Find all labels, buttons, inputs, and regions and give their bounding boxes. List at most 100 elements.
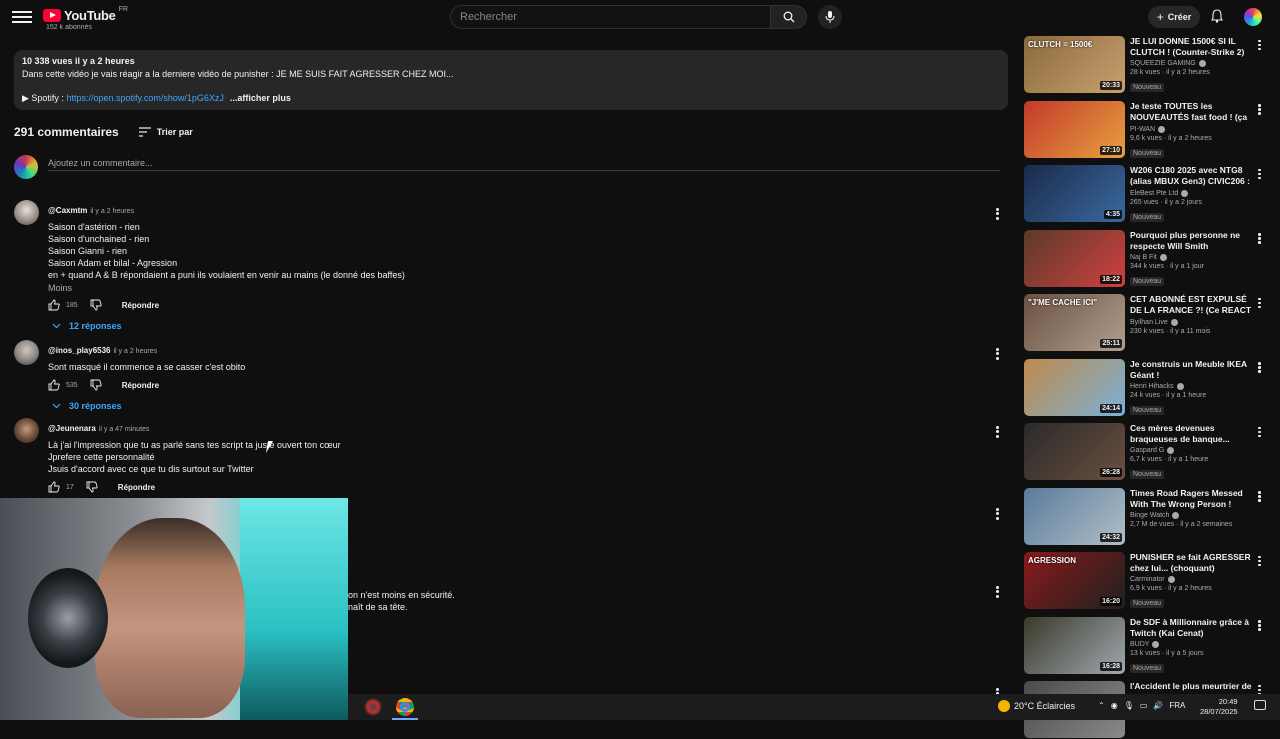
like-icon[interactable]	[48, 379, 60, 391]
recommended-video-item[interactable]: 27:10 Je teste TOUTES les NOUVEAUTÉS fast…	[1024, 100, 1270, 159]
recommended-video-item[interactable]: CLUTCH = 1500€ 20:33 JE LUI DONNE 1500€ SI…	[1024, 36, 1270, 94]
recommended-video-item[interactable]: 24:14 Je construis un Meuble IKEA Géant !…	[1024, 358, 1270, 417]
video-thumbnail[interactable]: 4:35	[1024, 165, 1125, 222]
video-channel[interactable]: Henri Hihacks	[1130, 382, 1254, 390]
video-thumbnail[interactable]: 27:10	[1024, 100, 1125, 158]
video-more-icon[interactable]	[1258, 38, 1261, 52]
video-more-icon[interactable]	[1258, 619, 1261, 633]
video-title[interactable]: PUNISHER se fait AGRESSER chez lui... (c…	[1130, 552, 1254, 574]
video-channel[interactable]: EleBest Pte Ltd	[1130, 190, 1254, 197]
video-title[interactable]: l'Accident le plus meurtrier de	[1130, 681, 1254, 692]
video-thumbnail[interactable]: 24:32	[1024, 487, 1125, 545]
comment-author[interactable]: @Jeunenara	[48, 424, 96, 433]
show-less-button[interactable]: Moins	[48, 283, 968, 293]
video-thumbnail[interactable]: 24:14	[1024, 358, 1125, 416]
recommended-video-item[interactable]: 24:32 Times Road Ragers Messed With The W…	[1024, 487, 1270, 546]
video-more-icon[interactable]	[1258, 232, 1261, 246]
recommended-video-item[interactable]: 26:28 Ces mères devenues braqueuses de ba…	[1024, 423, 1270, 481]
verified-icon	[1198, 60, 1206, 67]
record-icon[interactable]: ◉	[1111, 701, 1118, 710]
like-icon[interactable]	[48, 299, 60, 311]
like-icon[interactable]	[48, 481, 60, 493]
video-thumbnail[interactable]: 26:28	[1024, 423, 1125, 480]
video-more-icon[interactable]	[1258, 361, 1261, 375]
comment-avatar[interactable]	[14, 418, 39, 443]
view-replies-button[interactable]: 30 réponses	[52, 401, 968, 411]
new-badge: Nouveau	[1130, 148, 1165, 158]
comment-author[interactable]: @inos_play6536	[48, 346, 111, 355]
video-thumbnail[interactable]: CLUTCH = 1500€ 20:33	[1024, 36, 1125, 93]
comment-avatar[interactable]	[14, 200, 39, 225]
notification-center-icon[interactable]	[1254, 700, 1266, 710]
chrome-icon[interactable]	[396, 698, 414, 716]
spotify-link[interactable]: https://open.spotify.com/show/1pG6XzJ	[66, 93, 223, 103]
video-more-icon[interactable]	[1258, 103, 1261, 117]
notifications-bell-icon[interactable]	[1211, 9, 1223, 28]
video-more-icon[interactable]	[1258, 554, 1261, 568]
dislike-icon[interactable]	[90, 299, 102, 311]
volume-icon[interactable]: 🔊	[1153, 701, 1163, 710]
video-thumbnail[interactable]: AGRESSION 16:20	[1024, 552, 1125, 609]
video-channel[interactable]: Gaspard G	[1130, 447, 1254, 454]
view-replies-button[interactable]: 12 réponses	[52, 321, 968, 331]
video-channel[interactable]: Carminator	[1130, 576, 1254, 583]
video-more-icon[interactable]	[1258, 167, 1261, 181]
weather-widget[interactable]: 20°C Éclaircies	[998, 700, 1075, 712]
video-title[interactable]: Je teste TOUTES les NOUVEAUTÉS fast food…	[1130, 101, 1254, 124]
video-channel[interactable]: PI-WAN	[1130, 125, 1254, 133]
dislike-icon[interactable]	[90, 379, 102, 391]
video-channel[interactable]: BUDY	[1130, 640, 1254, 648]
language-indicator[interactable]: FRA	[1169, 701, 1185, 710]
video-channel[interactable]: Binge Watch	[1130, 511, 1254, 519]
video-title[interactable]: CET ABONNÉ EST EXPULSÉ DE LA FRANCE ?! (…	[1130, 294, 1254, 317]
obs-icon[interactable]	[364, 698, 382, 716]
reply-button[interactable]: Répondre	[122, 381, 159, 390]
video-channel[interactable]: SQUEEZIE GAMING	[1130, 60, 1254, 67]
youtube-logo[interactable]: YouTube FR	[43, 6, 128, 23]
video-thumbnail[interactable]: "J'ME CACHE ICI" 25:11	[1024, 294, 1125, 351]
account-avatar[interactable]	[1244, 8, 1262, 26]
comment-more-icon[interactable]	[996, 206, 1000, 221]
comment-more-icon[interactable]	[996, 346, 1000, 361]
comment-more-icon[interactable]	[996, 506, 1000, 521]
video-title[interactable]: W206 C180 2025 avec NTG8 (alias MBUX Gen…	[1130, 165, 1254, 188]
video-more-icon[interactable]	[1258, 425, 1261, 439]
video-thumbnail[interactable]: 18:22	[1024, 229, 1125, 287]
mic-tray-icon[interactable]: 🎙	[1124, 701, 1134, 710]
comment-avatar[interactable]	[14, 340, 39, 365]
comment-author[interactable]: @Caxmtm	[48, 206, 87, 215]
recommended-video-item[interactable]: AGRESSION 16:20 PUNISHER se fait AGRESSER …	[1024, 552, 1270, 610]
video-title[interactable]: JE LUI DONNE 1500€ SI IL CLUTCH ! (Count…	[1130, 36, 1254, 58]
video-stats: 28 k vues · il y a 2 heures	[1130, 69, 1210, 76]
dislike-icon[interactable]	[86, 481, 98, 493]
network-icon[interactable]: ▭	[1140, 701, 1148, 710]
clock[interactable]: 20:49 28/07/2025	[1200, 697, 1238, 717]
reply-button[interactable]: Répondre	[122, 301, 159, 310]
video-thumbnail[interactable]: 16:28	[1024, 616, 1125, 674]
comment-time[interactable]: il y a 47 minutes	[99, 426, 150, 433]
video-title[interactable]: Je construis un Meuble IKEA Géant !	[1130, 359, 1254, 381]
show-more-button[interactable]: ...afficher plus	[230, 93, 291, 103]
comment-more-icon[interactable]	[996, 424, 1000, 439]
reply-button[interactable]: Répondre	[118, 483, 155, 492]
chevron-up-icon[interactable]: ⌃	[1098, 701, 1105, 710]
video-title[interactable]: Ces mères devenues braqueuses de banque.…	[1130, 423, 1254, 445]
comment-time[interactable]: il y a 2 heures	[90, 208, 134, 215]
recommended-video-item[interactable]: "J'ME CACHE ICI" 25:11 CET ABONNÉ EST EXPU…	[1024, 294, 1270, 352]
comment-time[interactable]: il y a 2 heures	[114, 348, 158, 355]
video-title[interactable]: Pourquoi plus personne ne respecte Will …	[1130, 230, 1254, 252]
recommended-video-item[interactable]: 18:22 Pourquoi plus personne ne respecte …	[1024, 229, 1270, 288]
video-more-icon[interactable]	[1258, 490, 1261, 504]
sort-button[interactable]: Trier par	[138, 127, 193, 137]
comment-more-icon[interactable]	[996, 584, 1000, 599]
video-channel[interactable]: Naj B Fit	[1130, 253, 1254, 261]
video-channel[interactable]: Byilhan Live	[1130, 319, 1254, 326]
add-comment-input[interactable]	[48, 155, 1000, 171]
video-title[interactable]: Times Road Ragers Messed With The Wrong …	[1130, 488, 1254, 510]
video-more-icon[interactable]	[1258, 296, 1261, 310]
create-button[interactable]: + Créer	[1148, 6, 1200, 28]
video-description[interactable]: 10 338 vues il y a 2 heures Dans cette v…	[14, 50, 1008, 110]
video-title[interactable]: De SDF à Millionnaire grâce à Twitch (Ka…	[1130, 617, 1254, 639]
recommended-video-item[interactable]: 4:35 W206 C180 2025 avec NTG8 (alias MBUX…	[1024, 165, 1270, 223]
recommended-video-item[interactable]: 16:28 De SDF à Millionnaire grâce à Twitc…	[1024, 616, 1270, 675]
